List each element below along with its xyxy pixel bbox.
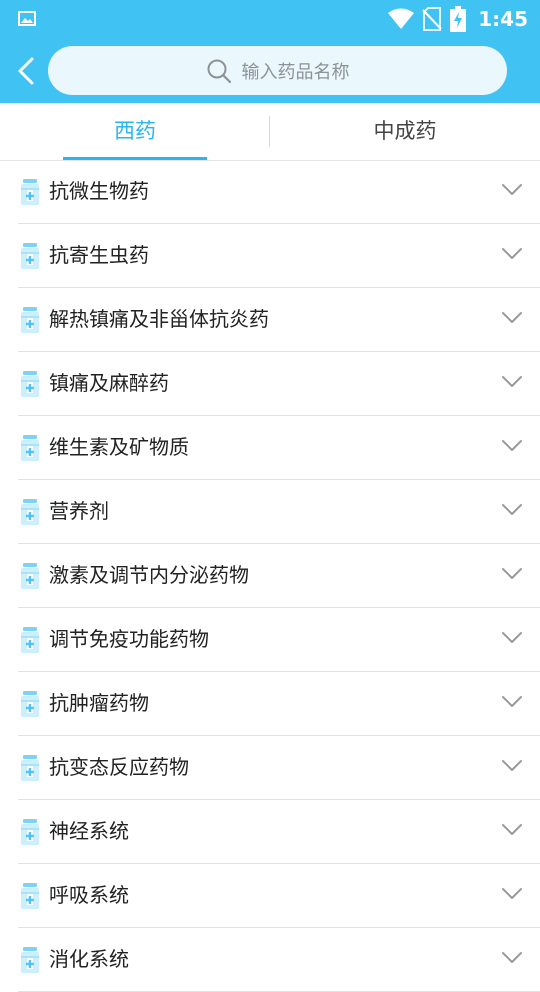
search-placeholder: 输入药品名称: [241, 61, 350, 83]
chevron-down-icon: [502, 952, 522, 963]
medicine-bottle-icon: [21, 755, 39, 781]
category-row[interactable]: 维生素及矿物质: [18, 416, 540, 480]
category-label: 呼吸系统: [49, 883, 129, 907]
category-list: 抗微生物药 抗寄生虫药 解热镇痛及非甾体抗炎药 镇痛及麻醉药 维生素及矿物质 营…: [0, 160, 540, 992]
tab-bar: 西药 中成药: [0, 103, 540, 161]
chevron-down-icon: [502, 248, 522, 259]
chevron-down-icon: [502, 376, 522, 387]
status-bar: 1:45: [0, 0, 540, 38]
category-row[interactable]: 抗寄生虫药: [18, 224, 540, 288]
category-label: 抗寄生虫药: [49, 243, 149, 267]
category-row[interactable]: 镇痛及麻醉药: [18, 352, 540, 416]
category-label: 抗微生物药: [49, 179, 149, 203]
battery-charging-icon: [450, 6, 467, 32]
medicine-bottle-icon: [21, 563, 39, 589]
category-row[interactable]: 消化系统: [18, 928, 540, 992]
medicine-bottle-icon: [21, 435, 39, 461]
chevron-down-icon: [502, 440, 522, 451]
medicine-bottle-icon: [21, 691, 39, 717]
wifi-icon: [388, 8, 415, 29]
medicine-bottle-icon: [21, 179, 39, 205]
category-label: 神经系统: [49, 819, 129, 843]
chevron-down-icon: [502, 632, 522, 643]
medicine-bottle-icon: [21, 307, 39, 333]
category-label: 消化系统: [49, 947, 129, 971]
gallery-icon: [18, 11, 36, 26]
category-row[interactable]: 抗肿瘤药物: [18, 672, 540, 736]
category-label: 镇痛及麻醉药: [49, 371, 169, 395]
header-bar: 1:45 输入药品名称: [0, 0, 540, 103]
tab-western-medicine[interactable]: 西药: [63, 103, 207, 160]
chevron-left-icon[interactable]: [13, 55, 41, 87]
tab-label: 西药: [114, 119, 156, 143]
chevron-down-icon: [502, 888, 522, 899]
chevron-down-icon: [502, 184, 522, 195]
medicine-bottle-icon: [21, 243, 39, 269]
tab-chinese-patent-medicine[interactable]: 中成药: [270, 103, 540, 160]
chevron-down-icon: [502, 312, 522, 323]
chevron-down-icon: [502, 760, 522, 771]
medicine-bottle-icon: [21, 947, 39, 973]
category-row[interactable]: 抗微生物药: [18, 160, 540, 224]
tab-label: 中成药: [373, 119, 437, 143]
category-row[interactable]: 调节免疫功能药物: [18, 608, 540, 672]
search-input[interactable]: 输入药品名称: [48, 46, 507, 95]
category-row[interactable]: 解热镇痛及非甾体抗炎药: [18, 288, 540, 352]
category-row[interactable]: 呼吸系统: [18, 864, 540, 928]
medicine-bottle-icon: [21, 499, 39, 525]
category-row[interactable]: 营养剂: [18, 480, 540, 544]
category-row[interactable]: 抗变态反应药物: [18, 736, 540, 800]
chevron-down-icon: [502, 824, 522, 835]
category-label: 解热镇痛及非甾体抗炎药: [49, 307, 269, 331]
category-row[interactable]: 神经系统: [18, 800, 540, 864]
status-time: 1:45: [478, 7, 528, 31]
category-label: 抗肿瘤药物: [49, 691, 149, 715]
medicine-bottle-icon: [21, 627, 39, 653]
chevron-down-icon: [502, 696, 522, 707]
category-label: 抗变态反应药物: [49, 755, 189, 779]
search-icon: [207, 59, 231, 83]
chevron-down-icon: [502, 504, 522, 515]
category-label: 激素及调节内分泌药物: [49, 563, 249, 587]
category-label: 调节免疫功能药物: [49, 627, 209, 651]
no-sim-icon: [422, 7, 442, 31]
medicine-bottle-icon: [21, 819, 39, 845]
category-label: 营养剂: [49, 499, 109, 523]
category-row[interactable]: 激素及调节内分泌药物: [18, 544, 540, 608]
medicine-bottle-icon: [21, 371, 39, 397]
chevron-down-icon: [502, 568, 522, 579]
category-label: 维生素及矿物质: [49, 435, 189, 459]
medicine-bottle-icon: [21, 883, 39, 909]
